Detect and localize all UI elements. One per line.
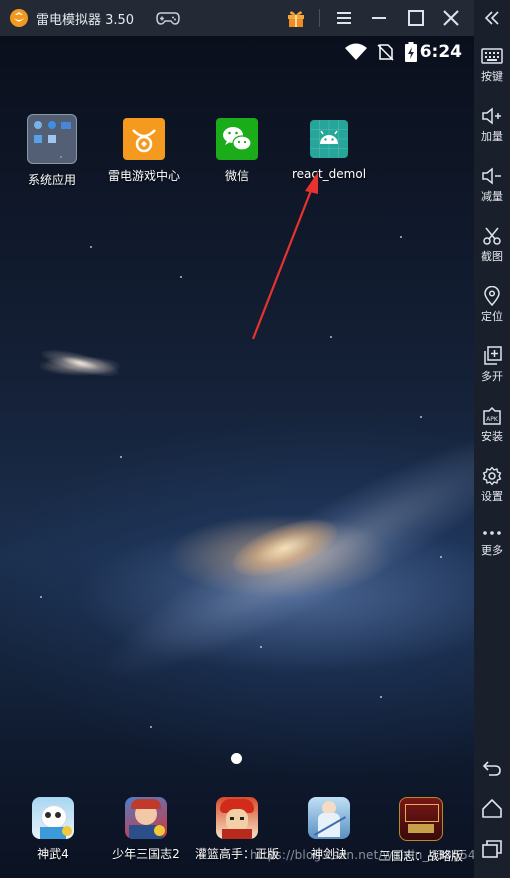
sidebar-item-label: 更多	[481, 544, 503, 557]
apk-install-icon: APK	[483, 406, 501, 425]
location-pin-icon	[484, 286, 500, 306]
sidebar-item-volume-up[interactable]: 加量	[474, 106, 510, 144]
gamepad-icon[interactable]	[156, 10, 180, 26]
sidebar-item-label: 设置	[481, 490, 503, 503]
window-title: 雷电模拟器 3.50	[36, 13, 135, 28]
sidebar-item-volume-down[interactable]: 减量	[474, 166, 510, 204]
warrior-game-icon	[125, 797, 167, 839]
android-home-screen[interactable]: 6:24 系统应用 雷电游戏中心 微信 react_demol 神武4 少年三国…	[0, 36, 474, 878]
dock-app-label: 神武4	[37, 847, 69, 861]
more-dots-icon	[483, 531, 501, 535]
panda-game-icon	[32, 797, 74, 839]
gift-icon[interactable]	[286, 8, 306, 28]
close-icon[interactable]	[441, 8, 461, 28]
home-icon[interactable]	[481, 797, 503, 819]
minimize-icon[interactable]	[369, 8, 389, 28]
annotation-arrow	[251, 172, 318, 340]
volume-up-icon	[482, 107, 501, 125]
sidebar-item-label: 减量	[481, 190, 503, 203]
sidebar-item-label: 多开	[481, 370, 503, 383]
collapse-chevrons-icon[interactable]	[483, 9, 501, 27]
scissors-icon	[483, 227, 501, 245]
sidebar-item-label: 截图	[481, 250, 503, 263]
sidebar-item-label: 按键	[481, 70, 503, 83]
maximize-icon[interactable]	[406, 8, 426, 28]
dock-app-label: 少年三国志2	[112, 847, 180, 861]
basketball-anime-icon	[216, 797, 258, 839]
dock-app-shenwu4[interactable]: 神武4	[8, 797, 98, 862]
sword-game-icon	[308, 797, 350, 839]
sidebar-item-install[interactable]: APK 安装	[474, 406, 510, 444]
recents-icon[interactable]	[481, 838, 503, 860]
keyboard-icon	[481, 48, 503, 64]
sidebar-item-label: 定位	[481, 310, 503, 323]
multi-instance-icon	[484, 346, 502, 365]
dock-app-shaonian-sanguozhi2[interactable]: 少年三国志2	[101, 797, 191, 862]
volume-down-icon	[482, 167, 501, 185]
sidebar-item-multi-instance[interactable]: 多开	[474, 346, 510, 384]
back-icon[interactable]	[481, 757, 503, 779]
menu-icon[interactable]	[334, 8, 354, 28]
sidebar: 按键 加量 减量 截图 定位 多开 APK 安装 设置 更多	[474, 0, 510, 878]
sidebar-item-label: 安装	[481, 430, 503, 443]
divider	[319, 9, 320, 27]
sidebar-item-location[interactable]: 定位	[474, 286, 510, 324]
ldplayer-logo-icon	[10, 9, 28, 27]
page-indicator-dot[interactable]	[231, 753, 242, 764]
three-kingdoms-icon	[399, 797, 443, 841]
watermark-text: https://blog.csdn.net/weixin_43865425	[250, 848, 474, 862]
sidebar-item-more[interactable]: 更多	[474, 526, 510, 558]
sidebar-item-label: 加量	[481, 130, 503, 143]
sidebar-item-settings[interactable]: 设置	[474, 466, 510, 504]
sidebar-item-keys[interactable]: 按键	[474, 46, 510, 84]
svg-text:APK: APK	[486, 416, 499, 423]
sidebar-item-screenshot[interactable]: 截图	[474, 226, 510, 264]
title-bar: 雷电模拟器 3.50	[0, 0, 474, 36]
gear-icon	[482, 466, 502, 486]
